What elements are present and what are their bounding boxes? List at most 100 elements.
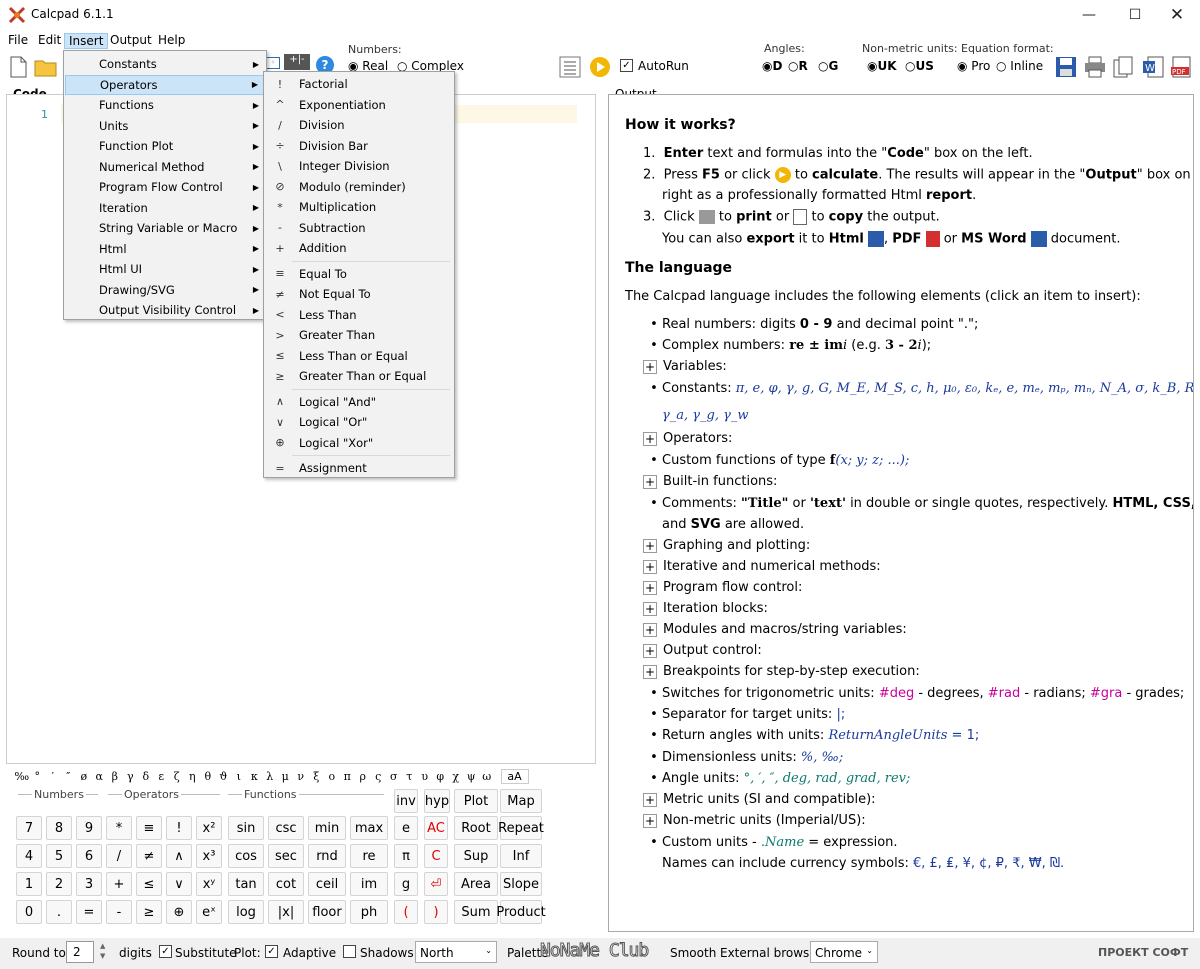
insert-menu-item-function-plot[interactable]: Function Plot ▶ [65, 136, 265, 156]
keypad-key[interactable]: Area [454, 872, 498, 896]
symbol-button[interactable]: ′ [45, 770, 61, 783]
substitute-checkbox[interactable]: ✓ [159, 945, 172, 958]
keypad-key[interactable]: im [350, 872, 388, 896]
minimize-button[interactable]: — [1066, 0, 1112, 30]
menu-edit[interactable]: Edit [34, 33, 65, 49]
keypad-key[interactable]: Root [454, 816, 498, 840]
keypad-key[interactable]: ( [394, 900, 418, 924]
keypad-key[interactable]: rnd [308, 844, 346, 868]
symbol-button[interactable]: φ [433, 770, 449, 783]
operator-item[interactable]: ! Factorial [265, 74, 453, 94]
operator-item[interactable]: ≡ Equal To [265, 264, 453, 284]
output-viewer[interactable]: How it works? 1. Enter text and formulas… [608, 94, 1194, 932]
insert-menu-item-drawing-svg[interactable]: Drawing/SVG ▶ [65, 280, 265, 300]
operator-item[interactable]: ⊕ Logical "Xor" [265, 433, 453, 453]
symbol-button[interactable]: α [92, 770, 108, 783]
symbol-button[interactable]: ζ [169, 770, 185, 783]
maximize-button[interactable]: ☐ [1112, 0, 1158, 30]
menu-file[interactable]: File [4, 33, 32, 49]
symbol-button[interactable]: π [340, 770, 356, 783]
item-operators[interactable]: + Operators: [643, 431, 732, 446]
expand-operators-button[interactable]: + [643, 431, 657, 446]
symbol-button[interactable]: β [107, 770, 123, 783]
list-view-icon[interactable] [559, 56, 581, 78]
keypad-key[interactable]: max [350, 816, 388, 840]
item-metric[interactable]: + Metric units (SI and compatible): [643, 792, 876, 807]
item-angle-units[interactable]: • Angle units: °, ′, ″, deg, rad, grad, r… [646, 771, 910, 786]
small-tool-icon[interactable]: ◦ [266, 57, 280, 69]
symbol-button[interactable]: τ [402, 770, 418, 783]
keypad-key[interactable]: log [228, 900, 264, 924]
operator-item[interactable]: * Multiplication [265, 197, 453, 217]
adaptive-checkbox[interactable]: ✓ [265, 945, 278, 958]
keypad-key[interactable]: * [106, 816, 132, 840]
operator-item[interactable]: ≥ Greater Than or Equal [265, 366, 453, 386]
keypad-key[interactable]: 7 [16, 816, 42, 840]
symbol-button[interactable]: λ [262, 770, 278, 783]
digits-input[interactable]: 2 [66, 941, 94, 963]
keypad-key[interactable]: x³ [196, 844, 222, 868]
item-custom-units[interactable]: • Custom units - .Name = expression. [646, 835, 897, 850]
symbol-button[interactable]: ε [154, 770, 170, 783]
keypad-key[interactable]: xʸ [196, 872, 222, 896]
item-iteration[interactable]: + Iteration blocks: [643, 601, 768, 616]
open-folder-icon[interactable] [34, 57, 58, 77]
inv-button[interactable]: inv [394, 789, 418, 813]
item-graphing[interactable]: + Graphing and plotting: [643, 538, 810, 553]
keypad-key[interactable]: Sum [454, 900, 498, 924]
keypad-key[interactable]: 2 [46, 872, 72, 896]
item-output-control[interactable]: + Output control: [643, 643, 762, 658]
item-breakpoints[interactable]: + Breakpoints for step-by-step execution: [643, 664, 920, 679]
keypad-key[interactable]: / [106, 844, 132, 868]
keypad-key[interactable]: cos [228, 844, 264, 868]
symbol-button[interactable]: ς [371, 770, 387, 783]
operator-item[interactable]: ≠ Not Equal To [265, 284, 453, 304]
pdf-export-icon[interactable]: PDF [1170, 56, 1192, 78]
keypad-key[interactable]: = [76, 900, 102, 924]
symbol-button[interactable]: χ [448, 770, 464, 783]
keypad-key[interactable]: g [394, 872, 418, 896]
item-variables[interactable]: + Variables: [643, 359, 727, 374]
block-tool-icon[interactable]: +|- [284, 54, 310, 70]
item-real[interactable]: • Real numbers: digits 0 - 9 and decimal … [646, 317, 978, 332]
insert-menu-item-html-ui[interactable]: Html UI ▶ [65, 259, 265, 279]
insert-menu-item-iteration[interactable]: Iteration ▶ [65, 198, 265, 218]
symbol-button[interactable]: ρ [355, 770, 371, 783]
operator-item[interactable]: + Addition [265, 238, 453, 258]
symbol-button[interactable]: μ [278, 770, 294, 783]
expand-builtin-button[interactable]: + [643, 474, 657, 489]
keypad-key[interactable]: 8 [46, 816, 72, 840]
item-nonmetric[interactable]: + Non-metric units (Imperial/US): [643, 813, 866, 828]
insert-menu-item-constants[interactable]: Constants ▶ [65, 54, 265, 74]
insert-menu-item-units[interactable]: Units ▶ [65, 116, 265, 136]
keypad-key[interactable]: - [106, 900, 132, 924]
keypad-key[interactable]: eˣ [196, 900, 222, 924]
expand-output-control-button[interactable]: + [643, 643, 657, 658]
keypad-key[interactable]: ! [166, 816, 192, 840]
close-button[interactable]: ✕ [1154, 0, 1200, 30]
keypad-key[interactable]: 6 [76, 844, 102, 868]
menu-help[interactable]: Help [154, 33, 189, 49]
keypad-key[interactable]: Product [496, 900, 546, 924]
keypad-key[interactable]: ceil [308, 872, 346, 896]
symbol-button[interactable]: ϑ [216, 770, 232, 783]
symbol-button[interactable]: θ [200, 770, 216, 783]
keypad-key[interactable]: ≥ [136, 900, 162, 924]
expand-breakpoints-button[interactable]: + [643, 664, 657, 679]
keypad-key[interactable]: Sup [454, 844, 498, 868]
item-constants[interactable]: • Constants: π, e, φ, γ, g, G, M_E, M_S, … [646, 381, 1193, 396]
operator-item[interactable]: \ Integer Division [265, 156, 453, 176]
keypad-key[interactable]: ≤ [136, 872, 162, 896]
operator-item[interactable]: / Division [265, 115, 453, 135]
operator-item[interactable]: < Less Than [265, 305, 453, 325]
hyp-button[interactable]: hyp [424, 789, 450, 813]
item-separator[interactable]: • Separator for target units: |; [646, 707, 845, 722]
keypad-key[interactable]: ∨ [166, 872, 192, 896]
operator-item[interactable]: ∨ Logical "Or" [265, 412, 453, 432]
symbol-button[interactable]: κ [247, 770, 263, 783]
symbol-button[interactable]: ø [76, 770, 92, 783]
symbol-button[interactable]: ν [293, 770, 309, 783]
symbol-button[interactable]: ω [479, 770, 495, 783]
expand-variables-button[interactable]: + [643, 359, 657, 374]
keypad-key[interactable]: C [424, 844, 448, 868]
